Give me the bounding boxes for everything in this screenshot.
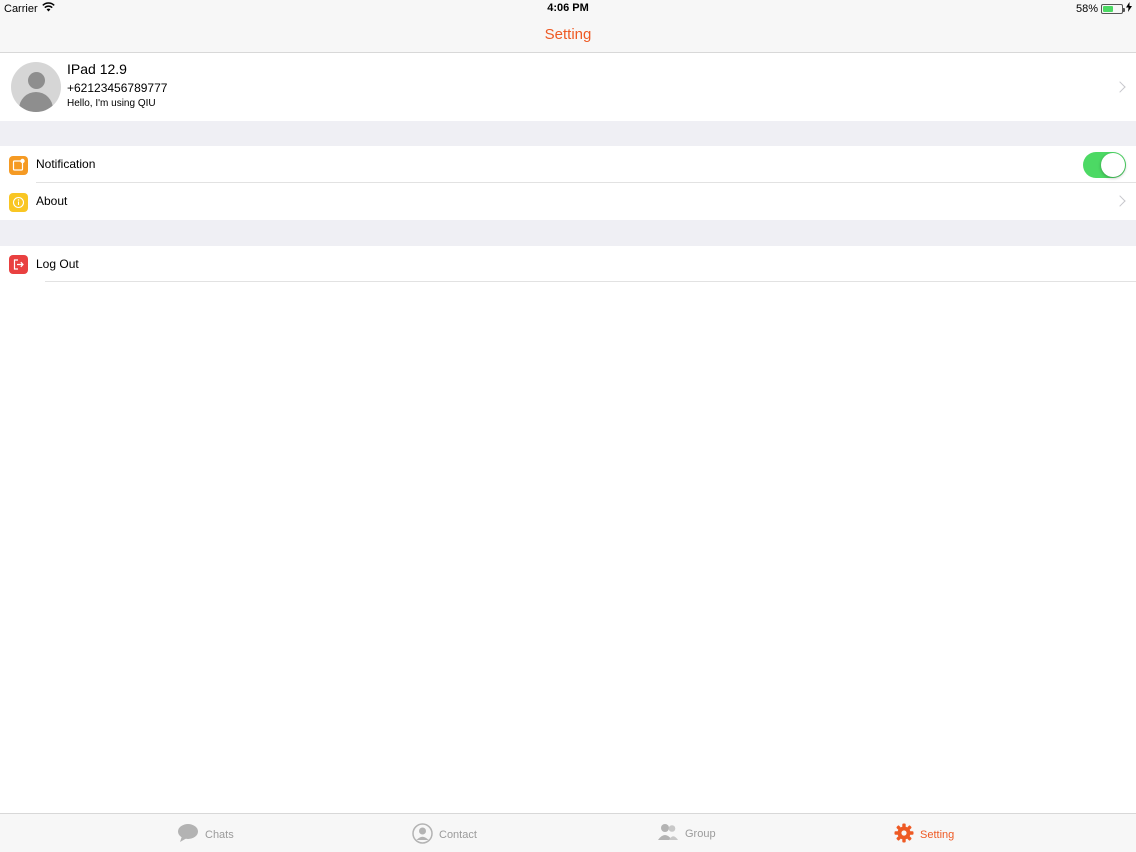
page-title: Setting [544,26,592,43]
row-divider [45,281,1136,282]
nav-bar: Setting [0,16,1136,53]
info-icon [9,193,28,212]
notification-toggle[interactable] [1083,152,1126,178]
tab-label: Contact [439,829,477,841]
tab-bar: Chats Contact Group Setting [0,813,1136,852]
about-label: About [36,194,68,208]
tab-setting[interactable]: Setting [894,823,954,846]
charging-icon [1126,2,1132,15]
tab-group[interactable]: Group [657,823,716,844]
section-gap [0,220,1136,246]
notification-row: Notification [0,146,1136,183]
tab-label: Group [685,827,716,840]
chevron-right-icon [1114,195,1126,207]
status-bar: Carrier 4:06 PM 58% [0,0,1136,16]
tab-label: Setting [920,828,955,841]
tab-contact[interactable]: Contact [412,823,477,847]
battery-percent: 58% [1075,2,1098,15]
profile-phone: +62123456789777 [67,81,168,95]
chat-bubble-icon [177,823,199,846]
battery-icon [1101,3,1125,14]
about-row[interactable]: About [0,183,1136,220]
battery-fill [1103,5,1114,12]
notification-icon [9,156,28,175]
tab-chats[interactable]: Chats [177,823,234,846]
profile-name: IPad 12.9 [67,61,127,77]
profile-status: Hello, I'm using QIU [67,98,156,109]
logout-icon [9,255,28,274]
profile-row[interactable]: IPad 12.9 +62123456789777 Hello, I'm usi… [0,53,1136,121]
notification-label: Notification [36,157,96,171]
logout-label: Log Out [36,257,79,271]
status-right: 58% [1076,2,1132,15]
logout-row[interactable]: Log Out [0,246,1136,282]
tab-label: Chats [205,828,234,841]
contact-icon [412,823,433,847]
gear-icon [894,823,914,846]
avatar [11,62,61,112]
chevron-right-icon [1114,81,1126,93]
group-icon [657,823,679,844]
status-time: 4:06 PM [547,2,589,14]
section-gap [0,121,1136,146]
